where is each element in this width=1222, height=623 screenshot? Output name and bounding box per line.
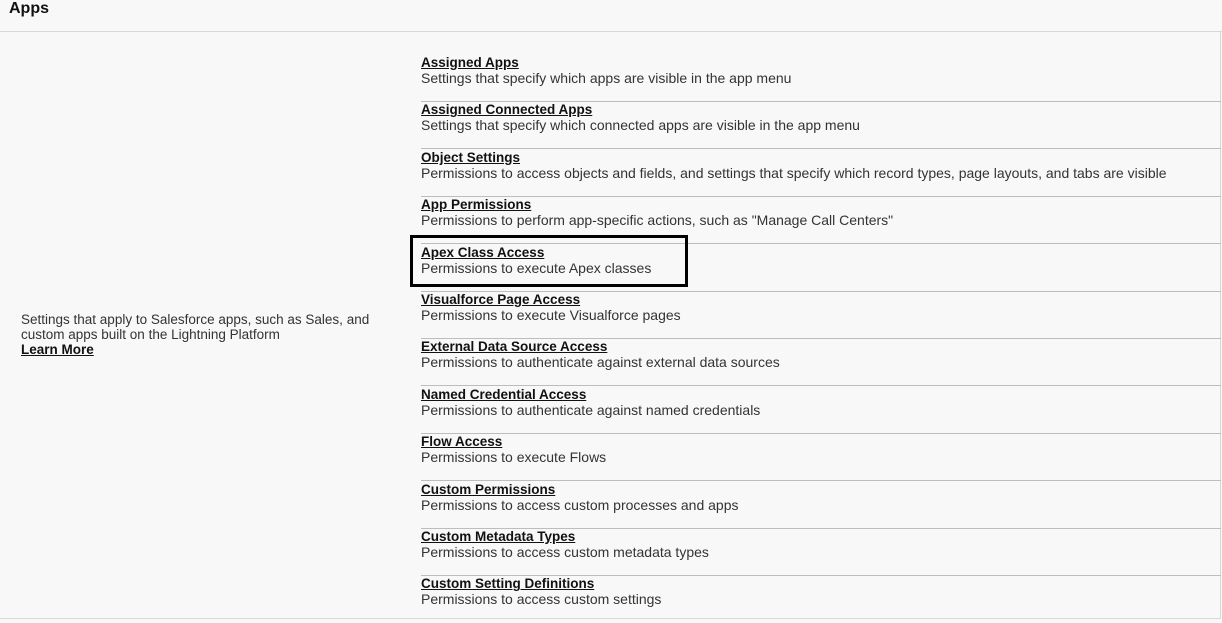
settings-list-item: Named Credential Access Permissions to a… [421, 387, 1221, 434]
settings-link[interactable]: Flow Access [421, 434, 502, 449]
settings-description: Permissions to access custom processes a… [421, 496, 739, 513]
settings-description: Permissions to perform app-specific acti… [421, 212, 894, 229]
settings-description: Permissions to execute Visualforce pages [421, 307, 681, 323]
settings-link[interactable]: Visualforce Page Access [421, 292, 580, 307]
section-title: Apps [9, 0, 49, 17]
settings-description: Permissions to access custom settings [421, 591, 662, 608]
settings-list-item: Custom Permissions Permissions to access… [421, 482, 1221, 529]
learn-more-link[interactable]: Learn More [21, 342, 401, 357]
settings-link[interactable]: Custom Setting Definitions [421, 576, 594, 591]
settings-description: Permissions to access objects and fields… [421, 164, 1167, 181]
settings-link[interactable]: Assigned Connected Apps [421, 102, 592, 117]
section-header: Apps [0, 0, 1222, 32]
settings-description: Permissions to execute Flows [421, 449, 607, 466]
settings-list-item: Custom Metadata Types Permissions to acc… [421, 529, 1221, 576]
settings-list-item: External Data Source Access Permissions … [421, 339, 1221, 387]
settings-link[interactable]: Custom Permissions [421, 482, 555, 497]
settings-link[interactable]: Object Settings [421, 150, 520, 165]
section-description: Settings that apply to Salesforce apps, … [21, 312, 401, 357]
settings-link[interactable]: Custom Metadata Types [421, 529, 575, 544]
settings-link[interactable]: Named Credential Access [421, 387, 586, 402]
settings-list-item: Flow Access Permissions to execute Flows [421, 434, 1221, 482]
settings-description: Permissions to authenticate against exte… [421, 354, 780, 371]
highlight-box [410, 235, 688, 287]
settings-list-item: Assigned Apps Settings that specify whic… [421, 55, 1221, 102]
settings-description: Permissions to access custom metadata ty… [421, 544, 709, 560]
settings-list-item: Custom Setting Definitions Permissions t… [421, 576, 1221, 623]
settings-description: Settings that specify which connected ap… [421, 117, 860, 134]
settings-description: Settings that specify which apps are vis… [421, 70, 792, 86]
settings-list-item: Visualforce Page Access Permissions to e… [421, 292, 1221, 339]
settings-link[interactable]: External Data Source Access [421, 339, 607, 354]
settings-list-item: Assigned Connected Apps Settings that sp… [421, 102, 1221, 150]
settings-description: Permissions to authenticate against name… [421, 401, 761, 418]
settings-list-item: Object Settings Permissions to access ob… [421, 150, 1221, 197]
settings-link[interactable]: Assigned Apps [421, 55, 519, 70]
settings-link[interactable]: App Permissions [421, 197, 531, 212]
section-description-text: Settings that apply to Salesforce apps, … [21, 312, 370, 342]
